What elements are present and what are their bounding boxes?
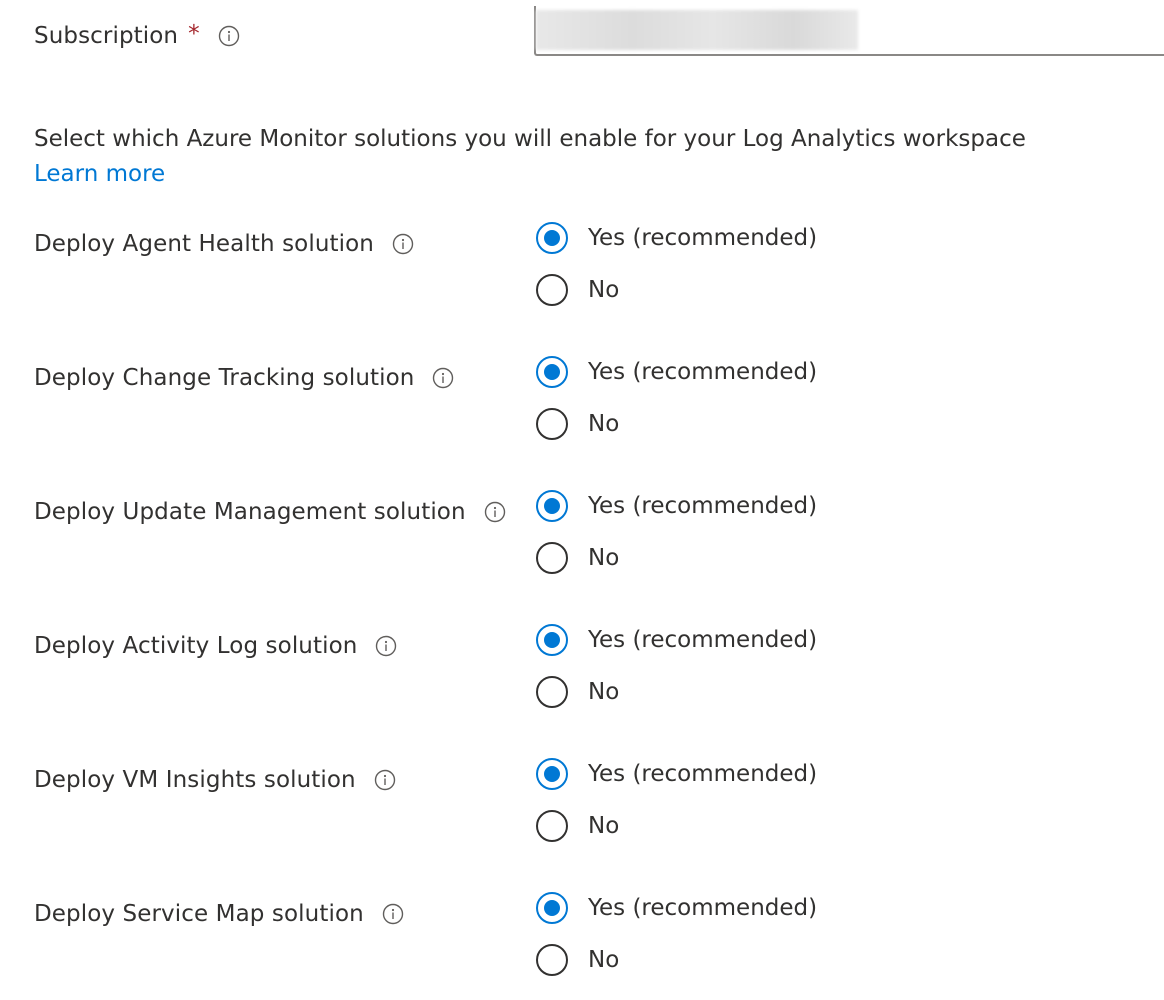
info-icon[interactable] [374, 769, 396, 791]
radio-label: Yes (recommended) [588, 225, 818, 251]
radio-label: No [588, 411, 620, 437]
solution-label-row: Deploy Service Map solution [34, 896, 404, 932]
solution-radio-group: Yes (recommended) No [536, 622, 817, 726]
radio-checked-icon[interactable] [536, 356, 568, 388]
solution-label: Deploy Update Management solution [34, 499, 466, 525]
solution-label-row: Deploy Change Tracking solution [34, 360, 454, 396]
info-icon[interactable] [375, 635, 397, 657]
intro-text: Select which Azure Monitor solutions you… [34, 126, 1026, 152]
radio-option-yes[interactable]: Yes (recommended) [536, 220, 817, 256]
solution-radio-group: Yes (recommended) No [536, 756, 817, 860]
radio-option-no[interactable]: No [536, 674, 817, 710]
radio-checked-icon[interactable] [536, 892, 568, 924]
solutions-intro: Select which Azure Monitor solutions you… [34, 122, 1026, 192]
solution-label-row: Deploy Activity Log solution [34, 628, 397, 664]
info-icon[interactable] [484, 501, 506, 523]
radio-option-no[interactable]: No [536, 808, 817, 844]
solution-row: Deploy Change Tracking solution Yes (reco… [0, 354, 1164, 464]
info-icon[interactable] [392, 233, 414, 255]
solution-label: Deploy Agent Health solution [34, 231, 374, 257]
radio-label: No [588, 813, 620, 839]
radio-checked-icon[interactable] [536, 222, 568, 254]
subscription-value-redacted [536, 10, 858, 50]
solution-radio-group: Yes (recommended) No [536, 890, 817, 994]
solution-label: Deploy VM Insights solution [34, 767, 356, 793]
radio-label: No [588, 545, 620, 571]
radio-unchecked-icon[interactable] [536, 542, 568, 574]
info-icon[interactable] [382, 903, 404, 925]
required-marker: * [188, 20, 200, 47]
radio-checked-icon[interactable] [536, 758, 568, 790]
radio-option-no[interactable]: No [536, 406, 817, 442]
radio-checked-icon[interactable] [536, 490, 568, 522]
solution-row: Deploy Service Map solution Yes (recommen… [0, 890, 1164, 1000]
solution-radio-group: Yes (recommended) No [536, 354, 817, 458]
info-icon[interactable] [218, 25, 240, 47]
solution-row: Deploy Update Management solution Yes (re… [0, 488, 1164, 598]
radio-option-yes[interactable]: Yes (recommended) [536, 354, 817, 390]
subscription-field-row: Subscription * [34, 16, 240, 56]
radio-option-yes[interactable]: Yes (recommended) [536, 622, 817, 658]
solution-row: Deploy Agent Health solution Yes (recomme… [0, 220, 1164, 330]
radio-checked-icon[interactable] [536, 624, 568, 656]
subscription-select[interactable] [534, 6, 1164, 56]
radio-unchecked-icon[interactable] [536, 274, 568, 306]
radio-option-yes[interactable]: Yes (recommended) [536, 488, 817, 524]
solution-radio-group: Yes (recommended) No [536, 220, 817, 324]
solution-radio-group: Yes (recommended) No [536, 488, 817, 592]
solution-label: Deploy Change Tracking solution [34, 365, 415, 391]
radio-label: No [588, 277, 620, 303]
radio-unchecked-icon[interactable] [536, 676, 568, 708]
radio-label: Yes (recommended) [588, 761, 818, 787]
solution-row: Deploy VM Insights solution Yes (recommen… [0, 756, 1164, 866]
radio-label: No [588, 947, 620, 973]
radio-option-no[interactable]: No [536, 540, 817, 576]
info-icon[interactable] [432, 367, 454, 389]
radio-option-yes[interactable]: Yes (recommended) [536, 756, 817, 792]
radio-label: Yes (recommended) [588, 493, 818, 519]
radio-option-yes[interactable]: Yes (recommended) [536, 890, 817, 926]
radio-label: Yes (recommended) [588, 359, 818, 385]
deployment-form: Subscription * Select which Azure Monito… [0, 0, 1164, 988]
solution-label-row: Deploy VM Insights solution [34, 762, 396, 798]
solution-label-row: Deploy Agent Health solution [34, 226, 414, 262]
radio-unchecked-icon[interactable] [536, 810, 568, 842]
solution-label-row: Deploy Update Management solution [34, 494, 506, 530]
radio-label: Yes (recommended) [588, 627, 818, 653]
radio-label: Yes (recommended) [588, 895, 818, 921]
solution-label: Deploy Activity Log solution [34, 633, 358, 659]
solution-label: Deploy Service Map solution [34, 901, 364, 927]
radio-label: No [588, 679, 620, 705]
radio-unchecked-icon[interactable] [536, 408, 568, 440]
radio-unchecked-icon[interactable] [536, 944, 568, 976]
radio-option-no[interactable]: No [536, 942, 817, 978]
subscription-label: Subscription [34, 23, 179, 49]
solution-row: Deploy Activity Log solution Yes (recomme… [0, 622, 1164, 732]
learn-more-link[interactable]: Learn more [34, 157, 1026, 192]
radio-option-no[interactable]: No [536, 272, 817, 308]
